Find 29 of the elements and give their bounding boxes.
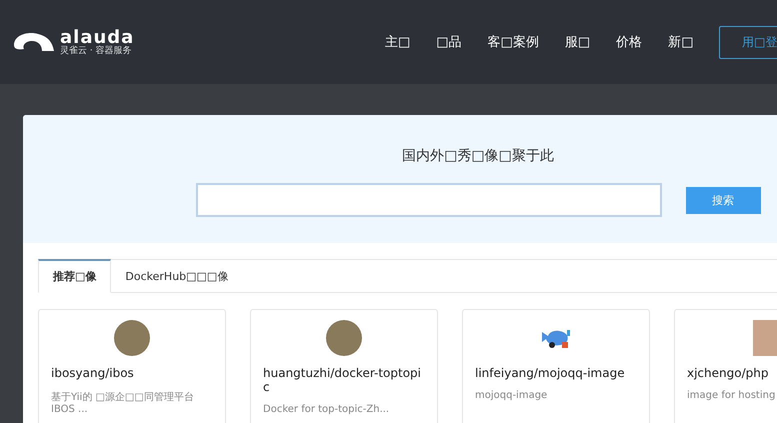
nav-link[interactable]: 主□ bbox=[372, 33, 424, 51]
nav-link[interactable]: 客□案例 bbox=[474, 33, 552, 51]
tab[interactable]: DockerHub□□□像 bbox=[111, 260, 242, 292]
repository-name: linfeiyang/mojoqq-image bbox=[475, 366, 625, 380]
repository-description: image for hosting bbox=[687, 390, 776, 401]
repository-card[interactable]: huangtuzhi/docker-toptopic Docker for top-topic-Zh... bbox=[250, 309, 438, 423]
repository-name: huangtuzhi/docker-toptopic bbox=[263, 366, 422, 394]
logo-icon bbox=[12, 31, 56, 53]
nav-link[interactable]: 价格 bbox=[603, 33, 656, 51]
login-button[interactable]: 用□登 bbox=[719, 26, 777, 58]
repository-name: ibosyang/ibos bbox=[51, 366, 134, 380]
nav-link[interactable]: 新□ bbox=[655, 33, 706, 51]
hero-title: 国内外□秀□像□聚于此 bbox=[402, 147, 554, 165]
search-field[interactable] bbox=[196, 183, 662, 217]
tab[interactable]: 推荐□像 bbox=[38, 259, 112, 293]
avatar bbox=[326, 320, 362, 356]
logo-text: alauda bbox=[60, 28, 134, 46]
repository-card[interactable]: linfeiyang/mojoqq-image mojoqq-image bbox=[462, 309, 650, 423]
nav-link[interactable]: 服□ bbox=[552, 33, 604, 51]
avatar bbox=[114, 320, 150, 356]
repository-description: Docker for top-topic-Zh... bbox=[263, 404, 390, 415]
repository-description: 基于Yii的 □源企□□同管理平台 IBOS ... bbox=[51, 390, 195, 415]
logo-subtitle: 灵雀云 · 容器服务 bbox=[60, 46, 133, 56]
photo-placeholder bbox=[753, 320, 777, 356]
repository-description: mojoqq-image bbox=[475, 390, 548, 401]
repository-name: xjchengo/php bbox=[687, 366, 768, 380]
repository-card[interactable]: xjchengo/php image for hosting bbox=[674, 309, 777, 423]
nav-link[interactable]: □品 bbox=[423, 33, 475, 51]
repository-card[interactable]: ibosyang/ibos 基于Yii的 □源企□□同管理平台 IBOS ... bbox=[38, 309, 226, 423]
